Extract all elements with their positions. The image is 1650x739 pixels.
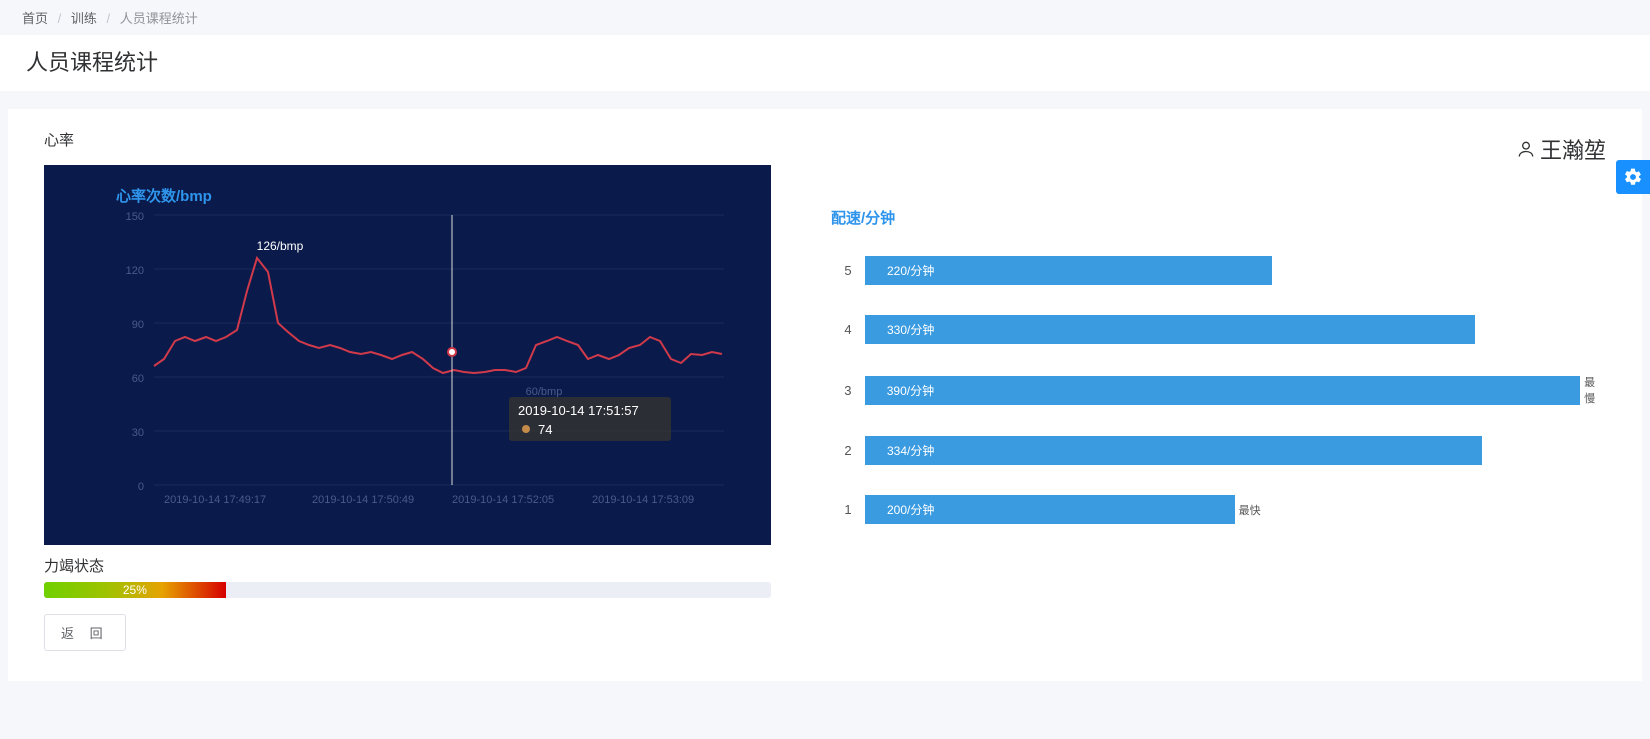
x-axis: 2019-10-14 17:49:17 2019-10-14 17:50:49 … <box>164 494 694 506</box>
pace-index: 5 <box>831 263 865 278</box>
svg-text:60: 60 <box>132 373 144 385</box>
tooltip: 2019-10-14 17:51:57 74 <box>509 397 671 441</box>
breadcrumb-sep: / <box>58 11 62 26</box>
pace-row: 3390/分钟最慢 <box>831 374 1606 406</box>
svg-text:2019-10-14 17:52:05: 2019-10-14 17:52:05 <box>452 494 554 506</box>
pace-row: 4330/分钟 <box>831 315 1606 344</box>
settings-floating-button[interactable] <box>1616 160 1650 194</box>
exhaustion-bar: 25% <box>44 582 771 598</box>
pace-bar[interactable]: 220/分钟 <box>865 256 1272 285</box>
pace-index: 1 <box>831 502 865 517</box>
pace-title: 配速/分钟 <box>831 207 1606 228</box>
svg-text:30: 30 <box>132 427 144 439</box>
pace-index: 4 <box>831 322 865 337</box>
peak-label: 126/bmp <box>257 239 304 253</box>
pace-index: 3 <box>831 383 865 398</box>
breadcrumb: 首页 / 训练 / 人员课程统计 <box>0 0 1650 35</box>
pace-row: 1200/分钟最快 <box>831 495 1606 524</box>
pace-bar[interactable]: 200/分钟 <box>865 495 1235 524</box>
pace-tag: 最慢 <box>1584 374 1606 406</box>
y-axis: 0 30 60 90 120 150 <box>126 211 724 493</box>
gear-icon <box>1623 167 1643 187</box>
svg-text:2019-10-14 17:50:49: 2019-10-14 17:50:49 <box>312 494 414 506</box>
user-block: 王瀚堃 <box>1516 133 1606 165</box>
breadcrumb-sep: / <box>107 11 111 26</box>
pace-tag: 最快 <box>1239 502 1261 518</box>
tooltip-time: 2019-10-14 17:51:57 <box>518 403 639 418</box>
user-icon <box>1516 139 1536 159</box>
chart-title: 心率次数/bmp <box>116 187 212 205</box>
heart-rate-label: 心率 <box>44 129 74 150</box>
pace-bar[interactable]: 390/分钟 <box>865 376 1580 405</box>
pace-row: 2334/分钟 <box>831 436 1606 465</box>
svg-text:120: 120 <box>126 265 144 277</box>
heart-rate-chart[interactable]: 心率次数/bmp 0 30 60 90 120 150 <box>44 165 771 545</box>
pace-bar[interactable]: 330/分钟 <box>865 315 1475 344</box>
svg-text:2019-10-14 17:49:17: 2019-10-14 17:49:17 <box>164 494 266 506</box>
back-button[interactable]: 返 回 <box>44 614 126 651</box>
pace-index: 2 <box>831 443 865 458</box>
svg-text:150: 150 <box>126 211 144 223</box>
exhaustion-label: 力竭状态 <box>44 555 771 576</box>
min-label: 60/bmp <box>526 386 563 398</box>
svg-text:0: 0 <box>138 481 144 493</box>
breadcrumb-home[interactable]: 首页 <box>22 11 48 26</box>
hover-point <box>448 348 456 356</box>
svg-text:90: 90 <box>132 319 144 331</box>
svg-text:2019-10-14 17:53:09: 2019-10-14 17:53:09 <box>592 494 694 506</box>
tooltip-value: 74 <box>538 422 552 437</box>
page-title: 人员课程统计 <box>0 35 1650 91</box>
main-card: 心率 王瀚堃 心率次数/bmp 0 30 60 90 <box>8 109 1642 681</box>
exhaustion-percent: 25% <box>123 583 147 597</box>
breadcrumb-train[interactable]: 训练 <box>71 11 97 26</box>
pace-bar[interactable]: 334/分钟 <box>865 436 1482 465</box>
user-name: 王瀚堃 <box>1540 133 1606 165</box>
pace-bar-chart: 5220/分钟 4330/分钟 3390/分钟最慢 2334/分钟 1200/分钟最快 <box>831 256 1606 524</box>
breadcrumb-current: 人员课程统计 <box>120 11 198 26</box>
pace-row: 5220/分钟 <box>831 256 1606 285</box>
heart-rate-series <box>154 258 722 373</box>
